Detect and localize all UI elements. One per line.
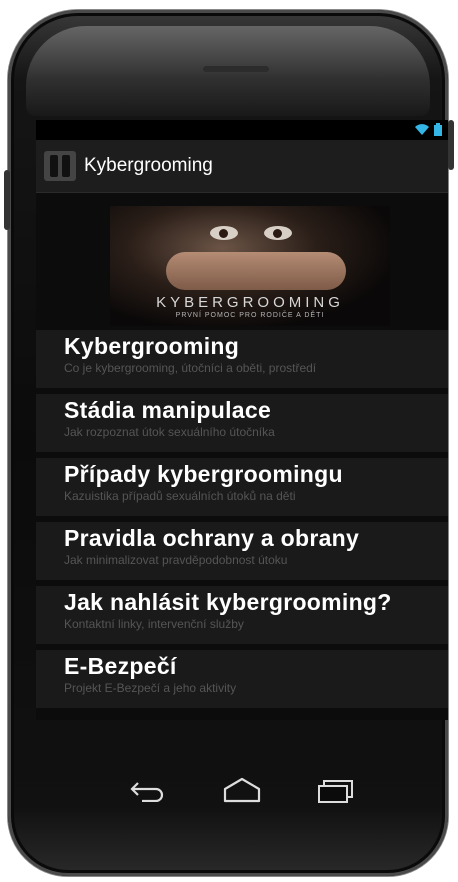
menu-item-subtitle: Co je kybergrooming, útočníci a oběti, p… <box>64 361 317 375</box>
menu-item-subtitle: Projekt E-Bezpečí a jeho aktivity <box>64 681 237 695</box>
menu-item-subtitle: Jak minimalizovat pravděpodobnost útoku <box>64 553 288 567</box>
banner-subtitle: PRVNÍ POMOC PRO RODIČE A DĚTI <box>175 312 325 319</box>
banner-eyes <box>202 226 302 246</box>
status-icons <box>414 123 442 141</box>
menu-item-pripady[interactable]: Případy kybergroomingu Kazuistika případ… <box>36 458 448 516</box>
menu-item-subtitle: Jak rozpoznat útok sexuálního útočníka <box>64 425 275 439</box>
menu-item-stadia-manipulace[interactable]: Stádia manipulace Jak rozpoznat útok sex… <box>36 394 448 452</box>
phone-speaker <box>203 66 269 72</box>
screen: Kybergrooming KYBERGROOMING PRVNÍ POMOC … <box>36 120 448 720</box>
menu-item-subtitle: Kontaktní linky, intervenční služby <box>64 617 244 631</box>
menu-item-subtitle: Kazuistika případů sexuálních útoků na d… <box>64 489 296 503</box>
recent-apps-icon <box>318 780 353 803</box>
volume-button <box>4 170 10 230</box>
menu-item-e-bezpeci[interactable]: E-Bezpečí Projekt E-Bezpečí a jeho aktiv… <box>36 650 448 708</box>
home-button[interactable] <box>219 772 265 808</box>
status-bar <box>36 120 448 140</box>
banner-title: KYBERGROOMING <box>156 294 344 311</box>
back-button[interactable] <box>125 772 171 808</box>
action-bar: Kybergrooming <box>36 140 448 193</box>
power-button <box>448 120 454 170</box>
right-eye <box>264 226 292 240</box>
menu-item-title: Pravidla ochrany a obrany <box>64 525 360 551</box>
menu-item-title: Kybergrooming <box>64 333 240 359</box>
menu-item-pravidla[interactable]: Pravidla ochrany a obrany Jak minimalizo… <box>36 522 448 580</box>
main-menu: Kybergrooming Co je kybergrooming, útočn… <box>36 330 448 714</box>
menu-item-title: Stádia manipulace <box>64 397 272 423</box>
banner-hand <box>166 252 346 290</box>
navigation-bar <box>36 760 448 820</box>
battery-icon <box>434 123 442 141</box>
menu-item-title: Jak nahlásit kybergrooming? <box>64 589 392 615</box>
banner-image: KYBERGROOMING PRVNÍ POMOC PRO RODIČE A D… <box>110 206 390 326</box>
home-icon <box>223 777 261 803</box>
wifi-icon <box>414 123 430 141</box>
back-icon <box>130 782 164 802</box>
recent-apps-button[interactable] <box>313 772 359 808</box>
app-title: Kybergrooming <box>84 155 213 176</box>
left-eye <box>210 226 238 240</box>
menu-item-kybergrooming[interactable]: Kybergrooming Co je kybergrooming, útočn… <box>36 330 448 388</box>
menu-item-nahlasit[interactable]: Jak nahlásit kybergrooming? Kontaktní li… <box>36 586 448 644</box>
menu-item-title: Případy kybergroomingu <box>64 461 343 487</box>
menu-item-title: E-Bezpečí <box>64 653 177 679</box>
app-logo-icon[interactable] <box>44 151 76 181</box>
